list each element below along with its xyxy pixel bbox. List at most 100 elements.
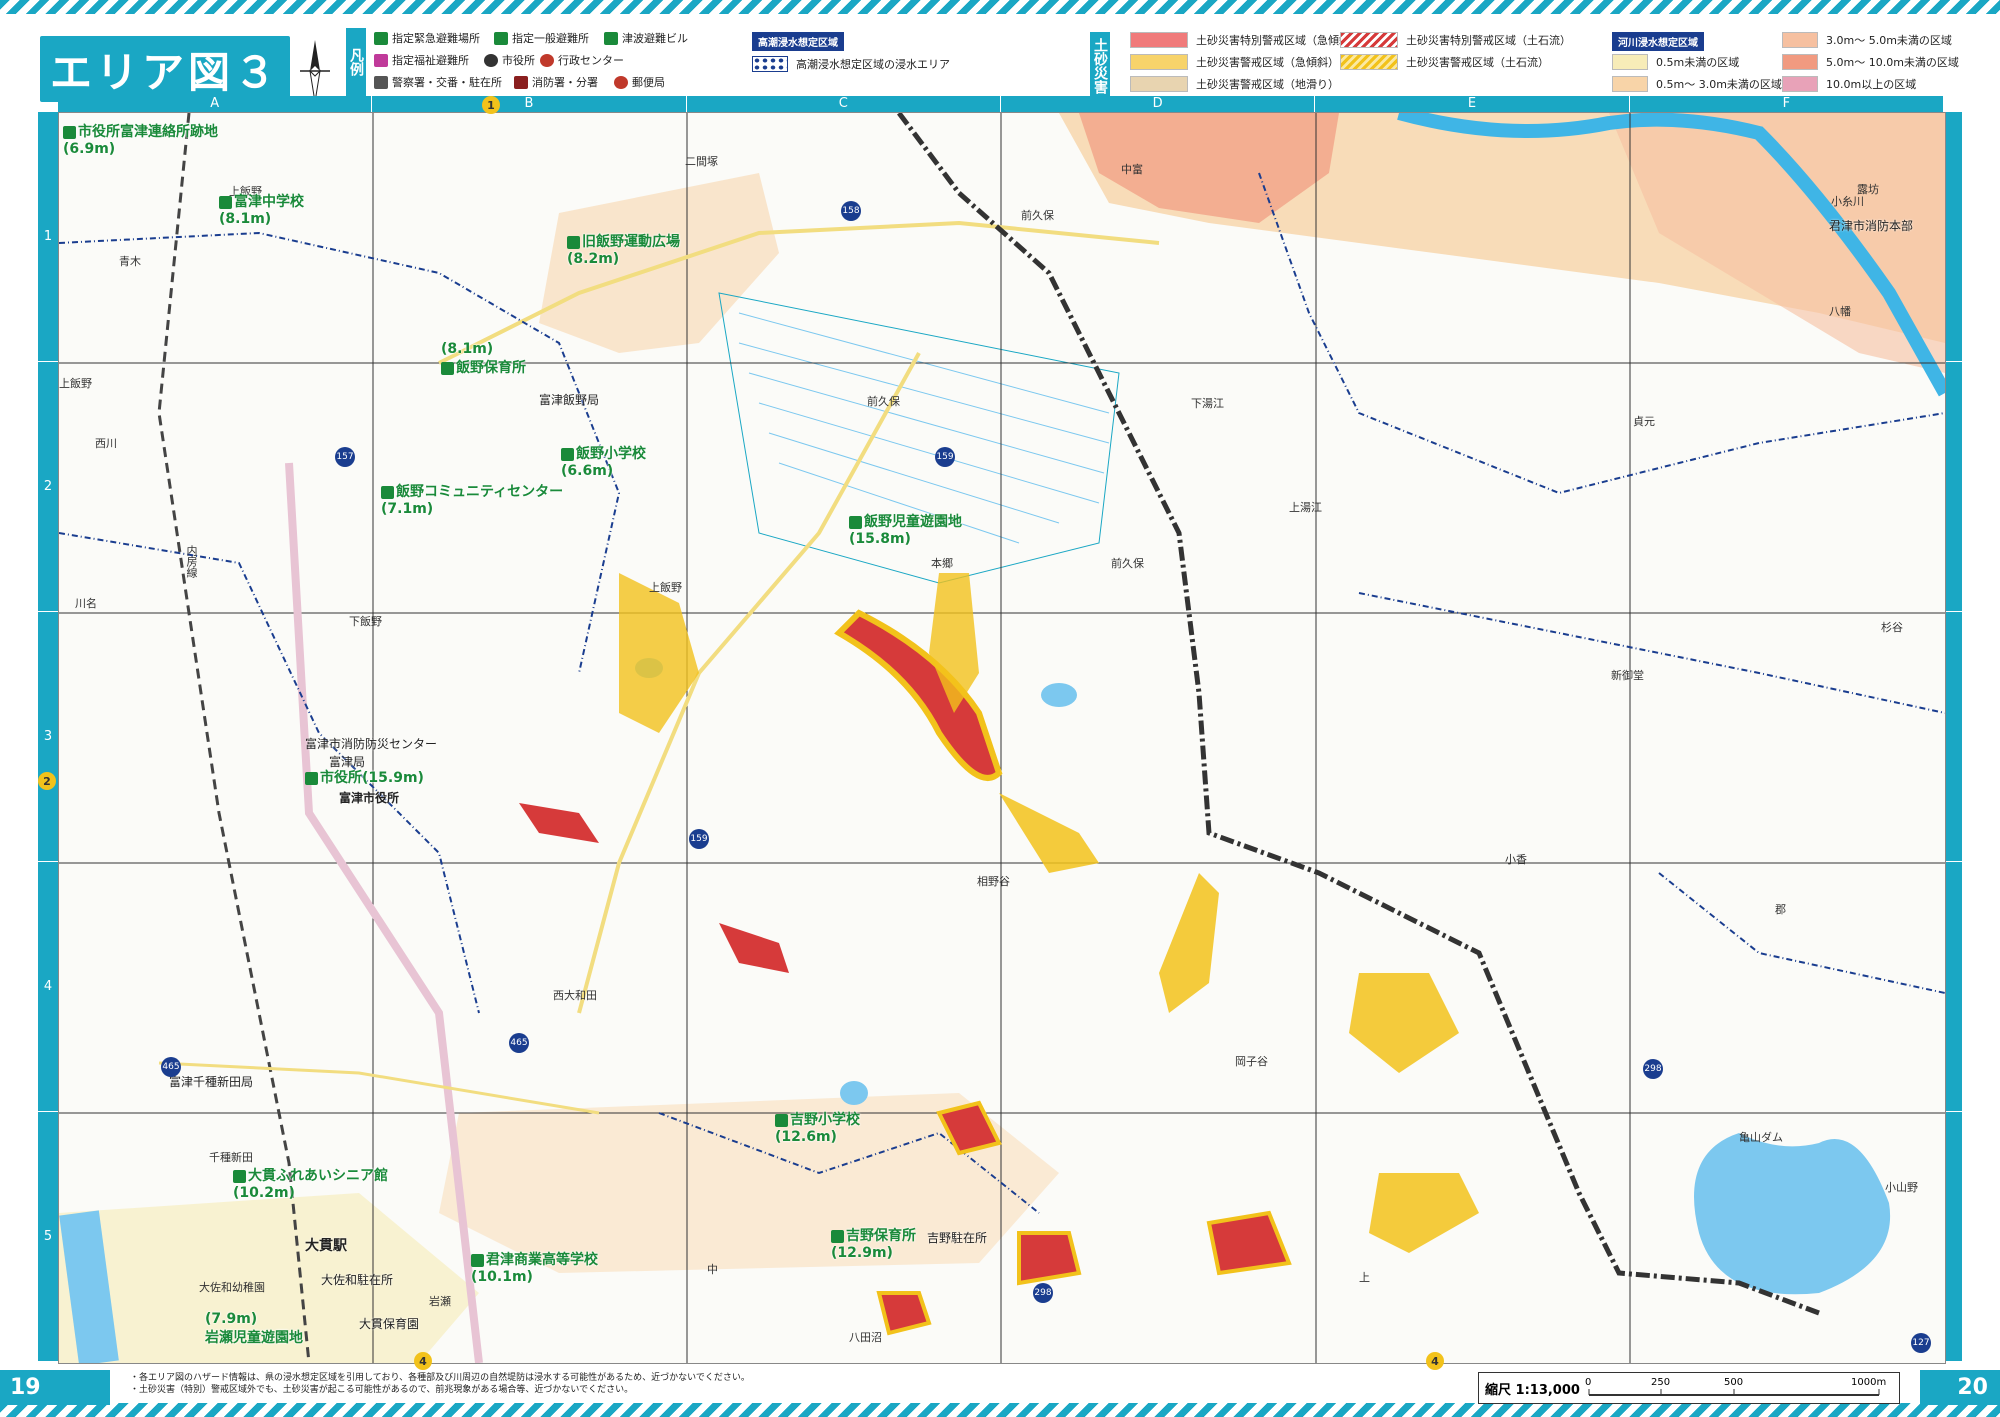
row-header-right xyxy=(1944,112,1962,1362)
shelter-iino-nursery[interactable]: (8.1m) 飯野保育所 xyxy=(441,341,526,377)
scale-tick: 1000m xyxy=(1851,1377,1887,1388)
flood-05-3-swatch xyxy=(1612,76,1648,92)
legend-city-hall: 市役所 xyxy=(484,52,535,68)
storm-surge-swatch xyxy=(752,56,788,72)
place-label: 下飯野 xyxy=(349,615,382,628)
connector-marker-bottom[interactable]: 4 xyxy=(1426,1352,1444,1370)
welfare-shelter-icon xyxy=(374,53,388,67)
scale-tick: 0 xyxy=(1585,1377,1592,1388)
north-arrow-icon xyxy=(300,40,330,103)
shelter-iino-community[interactable]: 飯野コミュニティセンター (7.1m) xyxy=(381,481,563,517)
scale-label: 縮尺 1:13,000 xyxy=(1485,1383,1580,1398)
shelter-icon xyxy=(849,515,862,529)
landslide-steep-swatch xyxy=(1130,54,1188,70)
page-number-left: 19 xyxy=(0,1370,110,1405)
place-label: 中富 xyxy=(1121,163,1143,176)
fire-station-icon xyxy=(514,75,528,89)
legend-welfare-evac: 指定福祉避難所 xyxy=(374,52,469,68)
place-label: 上 xyxy=(1359,1271,1370,1284)
row-label: 2 xyxy=(38,362,58,612)
row-cell xyxy=(1944,1112,1962,1362)
legend-flood-5-10: 5.0m～ 10.0m未満の区域 xyxy=(1782,54,1959,70)
legend-storm-surge: 高潮浸水想定区域の浸水エリア xyxy=(752,56,950,72)
flood-5-10-swatch xyxy=(1782,54,1818,70)
route-shield: 298 xyxy=(1033,1283,1053,1303)
city-boundary xyxy=(897,113,1820,1316)
column-label: B xyxy=(372,96,687,112)
place-label: 西川 xyxy=(95,437,117,450)
shelter-icon xyxy=(775,1113,788,1127)
connector-marker-top[interactable]: 1 xyxy=(482,96,500,114)
place-label: 前久保 xyxy=(867,395,900,408)
shelter-yoshino-nursery[interactable]: 吉野保育所 (12.9m) xyxy=(831,1225,916,1261)
shelter-icon xyxy=(561,447,574,461)
shelter-old-iino-ground[interactable]: 旧飯野運動広場 (8.2m) xyxy=(567,231,680,267)
shelter-icon xyxy=(219,195,232,209)
landslide-tag: 土砂災害 xyxy=(1090,32,1110,100)
footer-notes: ・各エリア図のハザード情報は、県の浸水想定区域を引用しており、各種部及び川周辺の… xyxy=(130,1372,810,1396)
lake xyxy=(1694,1133,1891,1295)
legend-police: 警察署・交番・駐在所 xyxy=(374,74,502,90)
shelter-futtsu-liaison[interactable]: 市役所富津連絡所跡地 (6.9m) xyxy=(63,121,218,157)
shelter-iino-elementary[interactable]: 飯野小学校 (6.6m) xyxy=(561,443,646,479)
city-hall-label: 富津市役所 xyxy=(339,791,400,805)
page-title: エリア図３ xyxy=(40,36,290,102)
shelter-city-hall[interactable]: 市役所(15.9m) xyxy=(305,767,424,787)
row-cell xyxy=(1944,362,1962,612)
column-label: A xyxy=(58,96,373,112)
bottom-stripe-band xyxy=(0,1403,2000,1417)
nursery-label: 大貫保育園 xyxy=(359,1317,420,1331)
place-label: 下湯江 xyxy=(1191,397,1224,410)
hazard-map[interactable]: 青木 上飯野 上飯野 西川 川名 内房線 下飯野 上飯野 二間塚 前久保 前久保… xyxy=(58,112,1946,1364)
legend-landslide-special-debris: 土砂災害特別警戒区域（土石流） xyxy=(1340,32,1571,48)
shelter-iwase-playground[interactable]: (7.9m) 岩瀬児童遊園地 xyxy=(205,1311,303,1347)
place-label: 八幡 xyxy=(1829,305,1851,318)
legend-landslide-special-steep: 土砂災害特別警戒区域（急傾斜） xyxy=(1130,32,1361,48)
legend-flood-gt10: 10.0m以上の区域 xyxy=(1782,76,1916,92)
scale-bar: 縮尺 1:13,000 0 250 500 1000m xyxy=(1478,1372,1900,1404)
row-cell xyxy=(1944,862,1962,1112)
row-label: 5 xyxy=(38,1112,58,1362)
route-shield: 158 xyxy=(841,201,861,221)
shelter-yoshino-elementary[interactable]: 吉野小学校 (12.6m) xyxy=(775,1109,860,1145)
route-shield: 298 xyxy=(1643,1059,1663,1079)
legend-general-evac: 指定一般避難所 xyxy=(494,30,589,46)
connector-marker-bottom[interactable]: 4 xyxy=(414,1352,432,1370)
route-shield: 159 xyxy=(689,829,709,849)
place-label: 八田沼 xyxy=(849,1331,882,1344)
connector-marker-left[interactable]: 2 xyxy=(38,772,56,790)
legend-post: 郵便局 xyxy=(614,74,665,90)
row-cell xyxy=(1944,112,1962,362)
legend-admin-center: 行政センター xyxy=(540,52,624,68)
top-stripe-band xyxy=(0,0,2000,14)
place-label: 小山野 xyxy=(1885,1181,1918,1194)
legend-emergency-evac: 指定緊急避難場所 xyxy=(374,30,480,46)
shelter-icon xyxy=(381,485,394,499)
place-label: 西大和田 xyxy=(553,989,597,1002)
place-label: 小香 xyxy=(1505,853,1527,866)
post-office-icon xyxy=(614,75,628,89)
shelter-kimitsu-commercial[interactable]: 君津商業高等学校 (10.1m) xyxy=(471,1249,598,1285)
place-label: 露坊 xyxy=(1857,183,1879,196)
post-office-label: 富津千種新田局 xyxy=(169,1075,254,1089)
place-label: 上飯野 xyxy=(649,581,682,594)
shelter-icon xyxy=(305,771,318,785)
route-shield: 465 xyxy=(509,1033,529,1053)
column-label: E xyxy=(1315,96,1630,112)
legend-flood-05-3: 0.5m～ 3.0m未満の区域 xyxy=(1612,76,1782,92)
landslide-special-steep-swatch xyxy=(1130,32,1188,48)
flood-3-5-swatch xyxy=(1782,32,1818,48)
shelter-onuki-senior[interactable]: 大貫ふれあいシニア館 (10.2m) xyxy=(233,1165,388,1201)
shelter-futtsu-jhs[interactable]: 富津中学校 (8.1m) xyxy=(219,191,304,227)
row-label: 4 xyxy=(38,862,58,1112)
column-label: F xyxy=(1630,96,1944,112)
page-number-right: 20 xyxy=(1920,1370,2000,1405)
river-flood-title: 河川浸水想定区域 xyxy=(1612,32,1704,51)
shelter-icon xyxy=(567,235,580,249)
place-label: 新御堂 xyxy=(1611,669,1644,682)
shelter-icon xyxy=(233,1169,246,1183)
pond xyxy=(1041,683,1077,707)
shelter-iino-playground[interactable]: 飯野児童遊園地 (15.8m) xyxy=(849,511,962,547)
place-label: 大佐和幼稚園 xyxy=(199,1281,265,1294)
admin-center-icon xyxy=(540,53,554,67)
